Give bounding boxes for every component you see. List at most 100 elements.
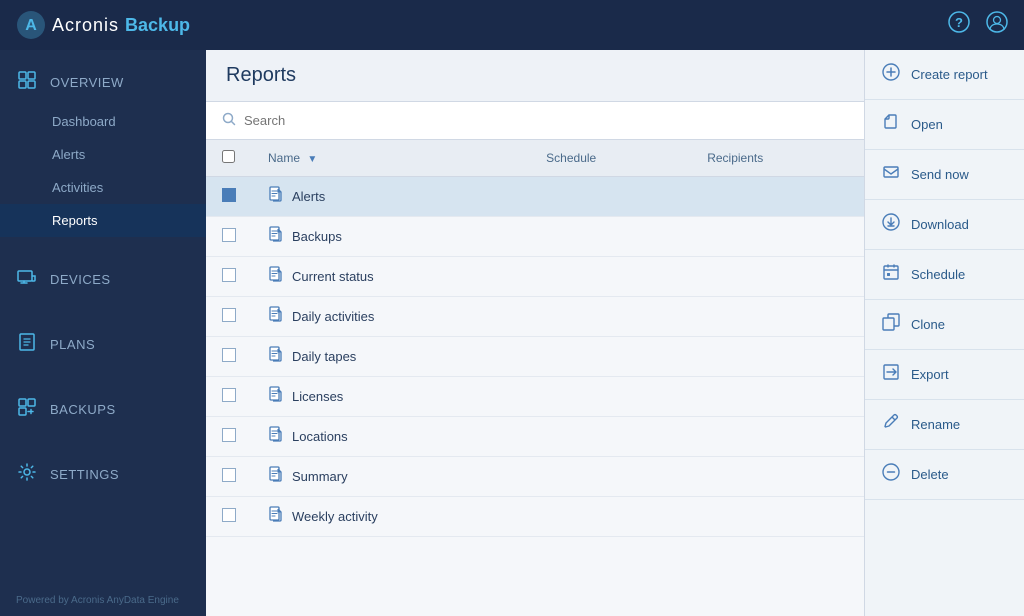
select-all-checkbox[interactable] xyxy=(222,150,235,163)
clone-action[interactable]: Clone xyxy=(865,300,1024,350)
row-name: Licenses xyxy=(268,386,514,407)
row-schedule-cell xyxy=(530,257,691,297)
row-checkbox[interactable] xyxy=(222,428,236,442)
row-recipients-cell xyxy=(691,337,864,377)
sidebar-item-settings[interactable]: SETTINGS xyxy=(0,452,206,497)
row-checkbox[interactable] xyxy=(222,188,236,202)
row-checkbox-cell xyxy=(206,217,252,257)
actions-panel: Create report Open Send now xyxy=(864,50,1024,616)
row-checkbox[interactable] xyxy=(222,228,236,242)
sidebar-item-overview[interactable]: OVERVIEW xyxy=(0,60,206,105)
page-title: Reports xyxy=(226,64,296,86)
sidebar-devices-section: DEVICES xyxy=(0,247,206,312)
table-body: Alerts B xyxy=(206,177,864,537)
clone-label: Clone xyxy=(911,317,945,332)
row-name-text: Summary xyxy=(292,469,348,484)
open-action[interactable]: Open xyxy=(865,100,1024,150)
content-area: Reports Name xyxy=(206,50,864,616)
table-row[interactable]: Weekly activity xyxy=(206,497,864,537)
logo-icon: A xyxy=(16,10,46,40)
delete-icon xyxy=(881,463,901,486)
sidebar-item-activities[interactable]: Activities xyxy=(0,171,206,204)
row-name-cell: Daily tapes xyxy=(252,337,530,377)
row-checkbox[interactable] xyxy=(222,468,236,482)
table-header: Name ▼ Schedule Recipients xyxy=(206,140,864,177)
row-name: Locations xyxy=(268,426,514,447)
row-checkbox-cell xyxy=(206,337,252,377)
row-name-cell: Backups xyxy=(252,217,530,257)
download-icon xyxy=(881,213,901,236)
row-checkbox[interactable] xyxy=(222,268,236,282)
sidebar-item-alerts[interactable]: Alerts xyxy=(0,138,206,171)
row-name-cell: Weekly activity xyxy=(252,497,530,537)
row-checkbox[interactable] xyxy=(222,388,236,402)
sidebar-item-plans[interactable]: PLANS xyxy=(0,322,206,367)
main-layout: OVERVIEW Dashboard Alerts Activities Rep… xyxy=(0,50,1024,616)
overview-label: OVERVIEW xyxy=(50,75,124,90)
send-now-label: Send now xyxy=(911,167,969,182)
svg-text:?: ? xyxy=(955,15,963,30)
sort-arrow-icon: ▼ xyxy=(307,154,317,165)
sidebar-item-dashboard[interactable]: Dashboard xyxy=(0,105,206,138)
table-row[interactable]: Current status xyxy=(206,257,864,297)
schedule-column-header[interactable]: Schedule xyxy=(530,140,691,177)
user-icon[interactable] xyxy=(986,11,1008,39)
row-name-cell: Locations xyxy=(252,417,530,457)
logo: A Acronis Backup xyxy=(16,10,190,40)
row-name-cell: Licenses xyxy=(252,377,530,417)
download-action[interactable]: Download xyxy=(865,200,1024,250)
row-name: Backups xyxy=(268,226,514,247)
logo-acronis-text: Acronis xyxy=(52,15,119,36)
row-recipients-cell xyxy=(691,257,864,297)
sidebar-overview-section: OVERVIEW Dashboard Alerts Activities Rep… xyxy=(0,50,206,247)
open-icon xyxy=(881,113,901,136)
row-schedule-cell xyxy=(530,497,691,537)
delete-action[interactable]: Delete xyxy=(865,450,1024,500)
rename-action[interactable]: Rename xyxy=(865,400,1024,450)
row-recipients-cell xyxy=(691,457,864,497)
search-bar xyxy=(206,102,864,140)
row-name: Alerts xyxy=(268,186,514,207)
row-recipients-cell xyxy=(691,417,864,457)
clone-icon xyxy=(881,313,901,336)
table-row[interactable]: Daily tapes xyxy=(206,337,864,377)
schedule-action[interactable]: Schedule xyxy=(865,250,1024,300)
table-row[interactable]: Alerts xyxy=(206,177,864,217)
row-checkbox-cell xyxy=(206,297,252,337)
export-action[interactable]: Export xyxy=(865,350,1024,400)
settings-icon xyxy=(16,462,38,487)
row-checkbox[interactable] xyxy=(222,348,236,362)
settings-label: SETTINGS xyxy=(50,467,119,482)
table-row[interactable]: Backups xyxy=(206,217,864,257)
report-icon xyxy=(268,186,284,207)
table-row[interactable]: Summary xyxy=(206,457,864,497)
search-input[interactable] xyxy=(244,113,848,128)
row-name-cell: Alerts xyxy=(252,177,530,217)
report-icon xyxy=(268,226,284,247)
table-row[interactable]: Daily activities xyxy=(206,297,864,337)
row-name-cell: Summary xyxy=(252,457,530,497)
row-checkbox-cell xyxy=(206,497,252,537)
sidebar-item-backups[interactable]: BACKUPS xyxy=(0,387,206,432)
table-row[interactable]: Licenses xyxy=(206,377,864,417)
sidebar-item-reports[interactable]: Reports xyxy=(0,204,206,237)
recipients-column-header[interactable]: Recipients xyxy=(691,140,864,177)
report-icon xyxy=(268,506,284,527)
app-header: A Acronis Backup ? xyxy=(0,0,1024,50)
report-icon xyxy=(268,346,284,367)
search-icon xyxy=(222,112,236,129)
backups-label: BACKUPS xyxy=(50,402,116,417)
send-now-action[interactable]: Send now xyxy=(865,150,1024,200)
row-checkbox[interactable] xyxy=(222,308,236,322)
sidebar-item-devices[interactable]: DEVICES xyxy=(0,257,206,302)
table-row[interactable]: Locations xyxy=(206,417,864,457)
plans-label: PLANS xyxy=(50,337,95,352)
row-schedule-cell xyxy=(530,457,691,497)
name-header-label: Name xyxy=(268,151,300,165)
help-icon[interactable]: ? xyxy=(948,11,970,39)
row-checkbox[interactable] xyxy=(222,508,236,522)
name-column-header[interactable]: Name ▼ xyxy=(252,140,530,177)
row-schedule-cell xyxy=(530,297,691,337)
row-name-text: Locations xyxy=(292,429,348,444)
create-report-action[interactable]: Create report xyxy=(865,50,1024,100)
